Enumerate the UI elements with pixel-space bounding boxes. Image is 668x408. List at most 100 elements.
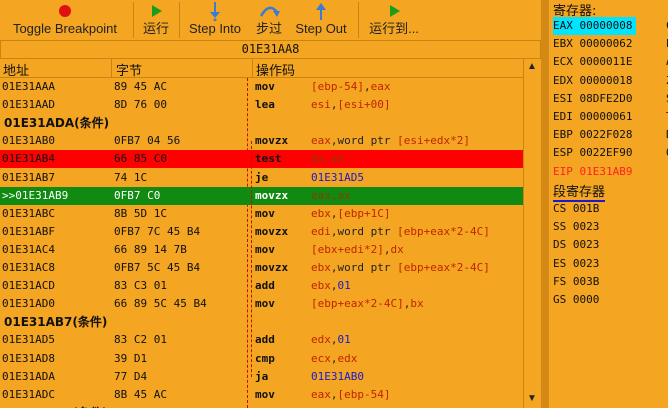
operand-part: dx	[390, 242, 404, 256]
row-address: 01E31AAD	[2, 98, 55, 112]
branch-label-row[interactable]: 01E31ADA(条件)	[0, 114, 523, 132]
row-mnemonic: cmp	[255, 351, 275, 365]
run-to-button[interactable]: 运行到...	[362, 0, 426, 40]
disassembly-header: 地址 字节 操作码	[0, 59, 523, 78]
register-eax[interactable]: EAX 00000008	[553, 17, 637, 35]
register-value: 00000061	[579, 110, 633, 123]
instruction-row[interactable]: 01E31AB7 74 1C je 01E31AD5	[0, 169, 523, 187]
step-out-icon	[316, 3, 326, 20]
instruction-row[interactable]: 01E31ACD 83 C3 01 add ebx,01	[0, 277, 523, 295]
row-mnemonic: add	[255, 279, 275, 293]
row-mnemonic: je	[255, 170, 269, 184]
instruction-row[interactable]: 01E31AD5 83 C2 01 add edx,01	[0, 331, 523, 349]
row-bytes: 0FB7 5C 45 B4	[114, 261, 201, 274]
instruction-row[interactable]: 01E31ADA 77 D4 ja 01E31AB0	[0, 368, 523, 386]
operand-part: eax	[311, 387, 331, 401]
instruction-row[interactable]: 01E31AC4 66 89 14 7B mov [ebx+edi*2],dx	[0, 241, 523, 259]
toggle-breakpoint-button[interactable]: Toggle Breakpoint	[2, 0, 128, 40]
segment-cs[interactable]: CS 001B	[553, 200, 599, 218]
row-bytes: 66 89 14 7B	[114, 242, 187, 256]
branch-label-row[interactable]: 01E31AA2(条件)	[0, 404, 523, 408]
row-bytes: 83 C3 01	[114, 279, 167, 293]
register-name: EDX	[553, 73, 573, 87]
register-eip[interactable]: EIP 01E31AB9	[553, 163, 632, 181]
disassembly-list[interactable]: 01E31AAA 89 45 AC mov [ebp-54],eax 01E31AAD 8…	[0, 78, 523, 408]
step-out-button[interactable]: Step Out	[289, 0, 353, 40]
row-bytes: 0FB7 04 56	[114, 134, 181, 148]
instruction-row[interactable]: 01E31AAD 8D 76 00 lea esi,[esi+00]	[0, 96, 523, 114]
operand-part: ,	[330, 351, 338, 365]
row-bytes: 83 C2 01	[114, 333, 167, 347]
header-bytes[interactable]: 字节	[116, 60, 142, 79]
row-address: 01E31AB4	[2, 152, 55, 166]
scroll-down-icon[interactable]: ▼	[526, 393, 538, 405]
register-ecx[interactable]: ECX 0000011E	[553, 53, 632, 71]
scroll-up-icon[interactable]: ▲	[526, 61, 538, 73]
register-edi[interactable]: EDI 00000061	[553, 108, 632, 126]
instruction-row[interactable]: 01E31ABC 8B 5D 1C mov ebx,[ebp+1C]	[0, 205, 523, 223]
address-bar[interactable]: 01E31AA8	[0, 40, 541, 59]
register-value: 00000008	[579, 19, 633, 32]
instruction-row[interactable]: 01E31AB4 66 85 C0 test ax,ax	[0, 150, 523, 169]
operand-part: esi	[311, 98, 331, 112]
instruction-row[interactable]: 01E31ABF 0FB7 7C 45 B4 movzx edi,word ptr […	[0, 223, 523, 241]
operand-part: [esi+00]	[337, 98, 391, 112]
vertical-scrollbar[interactable]: ▲ ▼	[523, 59, 539, 408]
register-esp[interactable]: ESP 0022EF90	[553, 144, 632, 162]
operand-part: ,	[330, 279, 338, 293]
segment-value: 0023	[572, 256, 600, 270]
row-bytes: 8D 76 00	[114, 98, 167, 112]
operand-part: ,word ptr	[330, 224, 398, 238]
segment-value: 001B	[572, 202, 600, 215]
register-esi[interactable]: ESI 08DFE2D0	[553, 90, 632, 108]
row-bytes: 8B 5D 1C	[114, 206, 167, 220]
operand-part: ,	[330, 333, 338, 347]
segment-fs[interactable]: FS 003B	[553, 273, 599, 291]
instruction-row[interactable]: 01E31AAA 89 45 AC mov [ebp-54],eax	[0, 78, 523, 96]
row-bytes: 66 85 C0	[114, 152, 167, 166]
row-address: 01E31ADA(条件)	[4, 116, 110, 131]
jump-line-inner	[251, 141, 252, 377]
branch-label-row[interactable]: 01E31AB7(条件)	[0, 313, 523, 331]
instruction-row[interactable]: 01E31AB0 0FB7 04 56 movzx eax,word ptr [esi…	[0, 132, 523, 150]
instruction-row[interactable]: 01E31AD0 66 89 5C 45 B4 mov [ebp+eax*2-4C],…	[0, 295, 523, 313]
register-name: ESP	[553, 146, 573, 160]
row-operands: eax,[ebp-54]	[311, 386, 390, 404]
segment-es[interactable]: ES 0023	[553, 255, 599, 273]
instruction-row[interactable]: 01E31AD8 39 D1 cmp ecx,edx	[0, 350, 523, 368]
segment-ss[interactable]: SS 0023	[553, 218, 599, 236]
row-operands: [ebp+eax*2-4C],bx	[311, 295, 424, 313]
row-bytes: 8B 45 AC	[114, 387, 167, 401]
row-bytes: 0FB7 C0	[114, 188, 161, 202]
row-mnemonic: lea	[255, 98, 275, 112]
step-over-button[interactable]: 步过	[251, 0, 287, 40]
operand-part: 01E31AB0	[311, 369, 364, 383]
header-opcode[interactable]: 操作码	[256, 60, 295, 79]
register-ebp[interactable]: EBP 0022F028	[553, 126, 632, 144]
instruction-row[interactable]: >>01E31AB9 0FB7 C0 movzx eax,ax	[0, 186, 523, 205]
run-button[interactable]: 运行	[138, 0, 174, 40]
segment-ds[interactable]: DS 0023	[553, 236, 599, 254]
scroll-thumb[interactable]	[526, 159, 538, 339]
row-address: 01E31ABF	[2, 224, 55, 238]
operand-part: [ebp+eax*2-4C]	[397, 261, 490, 274]
row-mnemonic: mov	[255, 80, 275, 93]
operand-part: edx	[311, 333, 331, 347]
segment-value: 0023	[572, 238, 600, 252]
operand-part: ,	[330, 387, 338, 401]
segment-gs[interactable]: GS 0000	[553, 291, 599, 309]
row-address: 01E31ABC	[2, 206, 55, 220]
panel-splitter[interactable]	[541, 0, 549, 408]
instruction-row[interactable]: 01E31AC8 0FB7 5C 45 B4 movzx ebx,word ptr […	[0, 259, 523, 277]
register-edx[interactable]: EDX 00000018	[553, 72, 632, 90]
run-to-icon	[390, 5, 400, 17]
row-operands: ax,ax	[311, 150, 344, 168]
instruction-row[interactable]: 01E31ADC 8B 45 AC mov eax,[ebp-54]	[0, 386, 523, 404]
row-bytes: 0FB7 7C 45 B4	[114, 224, 201, 238]
register-ebx[interactable]: EBX 00000062	[553, 35, 632, 53]
step-into-button[interactable]: Step Into	[183, 0, 247, 40]
row-bytes: 66 89 5C 45 B4	[114, 297, 207, 311]
header-address[interactable]: 地址	[3, 60, 29, 79]
run-label: 运行	[142, 21, 169, 36]
step-into-label: Step Into	[188, 21, 242, 36]
